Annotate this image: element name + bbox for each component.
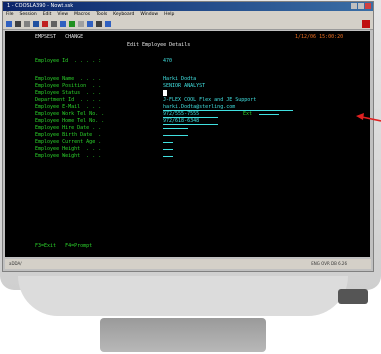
save-icon[interactable] xyxy=(24,21,30,27)
department-id-field[interactable]: J-FLEX COOL Flex and JE Support xyxy=(163,97,256,103)
monitor-chin xyxy=(18,276,348,316)
print-icon[interactable] xyxy=(33,21,39,27)
status-bar: aDDA/ ENG OVR DB 6.26 xyxy=(5,259,371,269)
screen-datetime: 1/12/06 15:00:20 xyxy=(295,34,344,40)
screen-heading: Edit Employee Details xyxy=(127,42,191,48)
employee-name-field[interactable]: Harki Dodta xyxy=(163,76,196,82)
field-label: Employee Current Age . xyxy=(35,139,102,145)
employee-position-field[interactable]: SENIOR ANALYST xyxy=(163,83,205,89)
annotation-arrow-icon xyxy=(356,113,381,122)
field-label: Employee Position . . xyxy=(35,83,102,89)
menu-tools[interactable]: Tools xyxy=(96,11,107,19)
window-title: 1 - COOSLA390 - Nowt.ssk xyxy=(7,3,74,9)
power-button xyxy=(338,289,368,304)
monitor-stand xyxy=(100,318,266,352)
paste-icon[interactable] xyxy=(60,21,66,27)
field-label: Employee Weight . . . xyxy=(35,153,102,159)
settings-icon[interactable] xyxy=(96,21,102,27)
ext-label: Ext xyxy=(243,111,253,117)
employee-status-field[interactable] xyxy=(163,90,167,97)
menu-window[interactable]: Window xyxy=(140,11,158,19)
menu-bar: File Session Edit View Macros Tools Keyb… xyxy=(3,11,373,19)
maximize-icon[interactable] xyxy=(358,3,364,9)
function-key-legend: F3=Exit F4=Prompt xyxy=(35,243,93,249)
menu-view[interactable]: View xyxy=(57,11,68,19)
field-label: Employee Birth Date . xyxy=(35,132,102,138)
field-label: Employee Work Tel No. . xyxy=(35,111,105,117)
close-icon[interactable] xyxy=(365,3,371,9)
macro-icon[interactable] xyxy=(69,21,75,27)
work-tel-field[interactable]: 972/555-7555 xyxy=(163,111,218,118)
birth-date-field[interactable] xyxy=(163,132,188,138)
cut-icon[interactable] xyxy=(42,21,48,27)
window-titlebar[interactable]: 1 - COOSLA390 - Nowt.ssk xyxy=(3,2,373,11)
status-right: ENG OVR DB 6.26 xyxy=(311,261,347,266)
help-icon[interactable] xyxy=(105,21,111,27)
new-session-icon[interactable] xyxy=(6,21,12,27)
menu-keyboard[interactable]: Keyboard xyxy=(113,11,134,19)
stop-icon[interactable] xyxy=(362,20,370,28)
toolbar xyxy=(3,19,373,30)
send-icon[interactable] xyxy=(78,21,84,27)
field-label: Employee Name . . . . xyxy=(35,76,102,82)
menu-edit[interactable]: Edit xyxy=(43,11,52,19)
copy-icon[interactable] xyxy=(51,21,57,27)
employee-id-value: 470 xyxy=(163,58,173,64)
text-cursor xyxy=(163,90,167,96)
menu-session[interactable]: Session xyxy=(20,11,37,19)
current-age-field[interactable] xyxy=(163,139,173,145)
menu-file[interactable]: File xyxy=(6,11,14,19)
hire-date-field[interactable] xyxy=(163,125,188,131)
height-field[interactable] xyxy=(163,146,173,152)
status-left: aDDA/ xyxy=(9,261,22,266)
field-label: Employee Status . . . xyxy=(35,90,102,96)
ext-field[interactable] xyxy=(259,111,279,117)
minimize-icon[interactable] xyxy=(351,3,357,9)
field-label: Employee Home Tel No. . xyxy=(35,118,105,124)
home-tel-field[interactable]: 972/618-6348 xyxy=(163,118,218,125)
emulator-window: 1 - COOSLA390 - Nowt.ssk File Session Ed… xyxy=(2,1,374,272)
screen-id: EMPSEST CHANGE xyxy=(35,34,84,40)
terminal-screen[interactable]: EMPSEST CHANGE 1/12/06 15:00:20 Edit Emp… xyxy=(5,31,370,257)
employee-id-label: Employee Id . . . . : xyxy=(35,58,102,64)
field-label: Department Id . . . . xyxy=(35,97,102,103)
email-field[interactable]: harki.Dodta@sterling.com xyxy=(163,104,293,111)
field-label: Employee E-Mail . . . xyxy=(35,104,102,110)
weight-field[interactable] xyxy=(163,153,173,159)
menu-help[interactable]: Help xyxy=(164,11,174,19)
field-label: Employee Height . . . xyxy=(35,146,102,152)
field-label: Employee Hire Date . . xyxy=(35,125,102,131)
menu-macros[interactable]: Macros xyxy=(74,11,90,19)
receive-icon[interactable] xyxy=(87,21,93,27)
open-icon[interactable] xyxy=(15,21,21,27)
